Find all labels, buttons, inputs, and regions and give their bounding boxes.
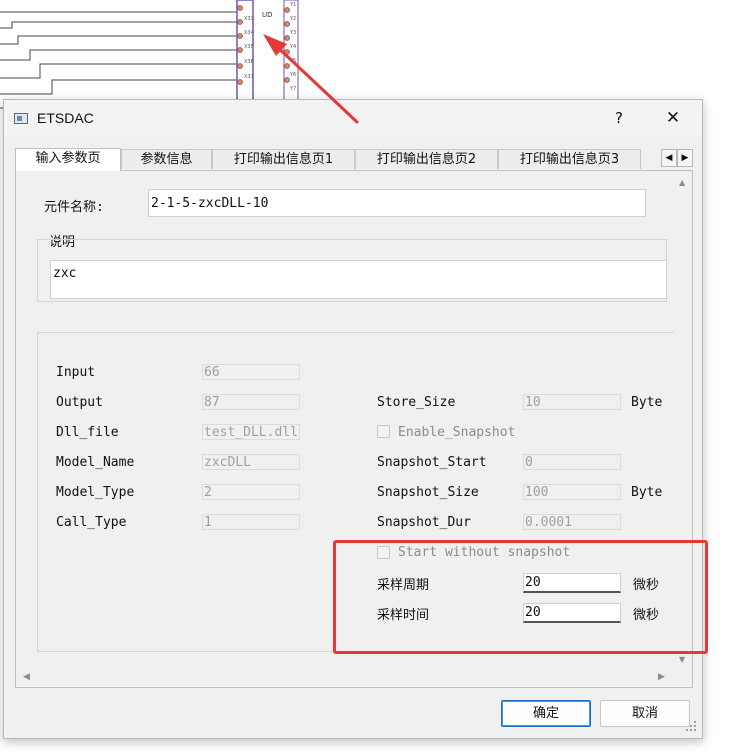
component-name-input[interactable]: 2-1-5-zxcDLL-10: [148, 189, 646, 217]
dll-file-label: Dll_file: [56, 425, 119, 440]
scroll-up-icon[interactable]: ▲: [679, 178, 685, 187]
component-label[interactable]: UD: [262, 11, 273, 19]
snapshot-size-value: 100: [523, 484, 621, 500]
snapshot-start-value: 0: [523, 454, 621, 470]
input-value: 66: [202, 364, 300, 380]
title-bar[interactable]: ETSDAC ? ✕: [4, 100, 702, 136]
pin-label-y2: Y2: [289, 16, 296, 22]
call-type-value: 1: [202, 514, 300, 530]
ok-button[interactable]: 确定: [501, 700, 591, 727]
model-name-value: zxcDLL: [202, 454, 300, 470]
help-button[interactable]: ?: [607, 106, 631, 130]
tab-scroll-right-icon[interactable]: ▶: [677, 149, 693, 167]
sample-period-label: 采样周期: [377, 578, 430, 593]
resize-grip-icon[interactable]: [685, 720, 697, 732]
horizontal-scrollbar[interactable]: ◀ ▶: [17, 669, 675, 686]
app-icon: [14, 113, 28, 124]
pin-label-y1: Y1: [289, 2, 296, 8]
pin-label-y4: Y4: [289, 44, 296, 50]
input-params-page: 元件名称: 2-1-5-zxcDLL-10 说明 zxc Input 66 Ou…: [15, 170, 693, 688]
snapshot-size-unit: Byte: [631, 485, 663, 500]
enable-snapshot-checkbox[interactable]: [377, 425, 390, 438]
close-icon[interactable]: ✕: [660, 106, 686, 130]
model-type-label: Model_Type: [56, 485, 135, 500]
enable-snapshot-label: Enable_Snapshot: [398, 425, 516, 440]
sample-time-input[interactable]: 20: [523, 603, 621, 623]
tab-print-output-3[interactable]: 打印输出信息页3: [498, 149, 641, 169]
scroll-left-icon[interactable]: ◀: [23, 672, 30, 682]
store-size-unit: Byte: [631, 395, 663, 410]
store-size-label: Store_Size: [377, 395, 456, 410]
snapshot-size-label: Snapshot_Size: [377, 485, 479, 500]
input-label: Input: [56, 365, 96, 380]
etsdac-dialog: ETSDAC ? ✕ 输入参数页 参数信息 打印输出信息页1 打印输出信息页2 …: [3, 99, 703, 739]
pin-label-x37: X37: [244, 74, 254, 80]
pin-label-y7: Y7: [289, 86, 296, 92]
model-name-label: Model_Name: [56, 455, 135, 470]
sample-time-label: 采样时间: [377, 608, 430, 623]
cancel-button[interactable]: 取消: [600, 700, 690, 727]
pin-label-x33: X33: [244, 16, 254, 22]
sample-time-unit: 微秒: [633, 608, 660, 623]
snapshot-start-label: Snapshot_Start: [377, 455, 487, 470]
start-without-snapshot-checkbox[interactable]: [377, 546, 390, 559]
output-label: Output: [56, 395, 103, 410]
sample-period-unit: 微秒: [633, 578, 660, 593]
model-type-value: 2: [202, 484, 300, 500]
store-size-value: 10: [523, 394, 621, 410]
start-without-snapshot-label: Start without snapshot: [398, 545, 571, 560]
tab-print-output-1[interactable]: 打印输出信息页1: [212, 149, 355, 169]
pin-label-y6: Y6: [289, 72, 296, 78]
pin-label-x34: X34: [244, 30, 254, 36]
snapshot-dur-label: Snapshot_Dur: [377, 515, 471, 530]
component-name-label: 元件名称:: [44, 200, 104, 215]
dialog-title: ETSDAC: [37, 110, 94, 126]
sample-period-input[interactable]: 20: [523, 573, 621, 593]
scroll-down-icon[interactable]: ▼: [679, 655, 685, 664]
tab-bar: 输入参数页 参数信息 打印输出信息页1 打印输出信息页2 打印输出信息页3 ◀ …: [15, 148, 699, 171]
pin-label-x35: X35: [244, 44, 254, 50]
tab-param-info[interactable]: 参数信息: [121, 149, 212, 169]
tab-scroll-left-icon[interactable]: ◀: [661, 149, 677, 167]
snapshot-dur-value: 0.0001: [523, 514, 621, 530]
pin-label-x36: X36: [244, 59, 254, 65]
call-type-label: Call_Type: [56, 515, 127, 530]
tab-print-output-2[interactable]: 打印输出信息页2: [355, 149, 498, 169]
description-input[interactable]: zxc: [50, 260, 667, 299]
output-value: 87: [202, 394, 300, 410]
dll-file-value: test_DLL.dll: [202, 424, 300, 440]
vertical-scrollbar[interactable]: ▲ ▼: [674, 172, 692, 669]
tab-input-params[interactable]: 输入参数页: [15, 148, 121, 171]
pin-label-y3: Y3: [289, 30, 296, 36]
scroll-right-icon[interactable]: ▶: [658, 672, 665, 682]
pin-label-y5: Y5: [289, 58, 296, 64]
